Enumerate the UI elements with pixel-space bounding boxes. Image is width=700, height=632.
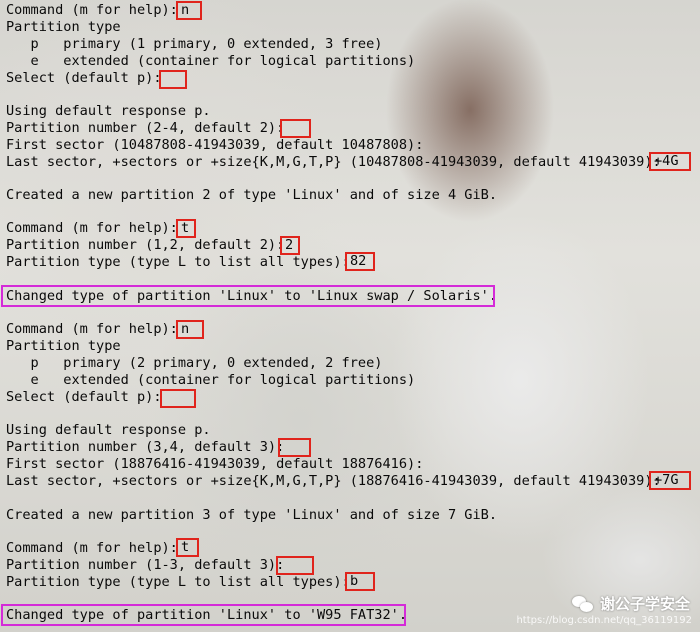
terminal-line: Last sector, +sectors or +size{K,M,G,T,P… (6, 154, 669, 170)
terminal-line: Last sector, +sectors or +size{K,M,G,T,P… (6, 473, 669, 489)
terminal-line: Partition type (type L to list all types… (6, 254, 358, 270)
command-input[interactable]: n (176, 1, 202, 20)
terminal-line: Command (m for help): (6, 2, 187, 18)
input-value: 82 (350, 253, 367, 269)
terminal-line: Partition number (3,4, default 3): (6, 439, 293, 455)
partition-number-input[interactable] (278, 438, 311, 457)
input-value: 2 (285, 237, 294, 253)
terminal-line: First sector (18876416-41943039, default… (6, 456, 424, 472)
input-value: t (181, 539, 190, 555)
terminal-line: Partition type (6, 338, 121, 354)
terminal-line: Created a new partition 3 of type 'Linux… (6, 507, 498, 523)
partition-number-input[interactable] (280, 119, 311, 138)
terminal-line: e extended (container for logical partit… (6, 53, 416, 69)
swap-type-changed-highlight (1, 285, 495, 307)
select-input[interactable] (160, 389, 196, 408)
watermark-name: 谢公子学安全 (599, 595, 690, 613)
input-value: n (181, 2, 190, 18)
terminal-line: p primary (2 primary, 0 extended, 2 free… (6, 355, 383, 371)
input-value: b (350, 573, 359, 589)
partition-number-input[interactable] (276, 556, 314, 575)
last-sector-input[interactable]: +4G (649, 152, 691, 171)
partition-number-input[interactable]: 2 (280, 236, 300, 255)
input-value: +7G (654, 472, 679, 488)
terminal-line: Command (m for help): (6, 540, 187, 556)
partition-type-input[interactable]: 82 (345, 252, 375, 271)
input-value: +4G (654, 153, 679, 169)
terminal-line: Partition type (6, 19, 121, 35)
command-input[interactable]: t (176, 219, 196, 238)
input-value: t (181, 220, 190, 236)
wechat-icon (571, 594, 594, 614)
terminal-line: First sector (10487808-41943039, default… (6, 137, 424, 153)
terminal-line: Select (default p): (6, 389, 170, 405)
terminal-line: Created a new partition 2 of type 'Linux… (6, 187, 498, 203)
terminal-line: Partition number (2-4, default 2): (6, 120, 293, 136)
wechat-watermark: 谢公子学安全 (571, 593, 690, 614)
terminal-line: Command (m for help): (6, 220, 187, 236)
terminal-line: Partition number (1,2, default 2): (6, 237, 293, 253)
last-sector-input[interactable]: +7G (649, 471, 691, 490)
terminal-line: Partition number (1-3, default 3): (6, 557, 293, 573)
terminal-line: p primary (1 primary, 0 extended, 3 free… (6, 36, 383, 52)
terminal-line: Command (m for help): (6, 321, 187, 337)
fat32-type-changed-highlight (1, 604, 406, 626)
terminal-line: Using default response p. (6, 103, 211, 119)
select-input[interactable] (159, 70, 187, 89)
terminal-line: e extended (container for logical partit… (6, 372, 416, 388)
partition-type-input[interactable]: b (345, 572, 375, 591)
terminal-line: Using default response p. (6, 422, 211, 438)
terminal-line: Partition type (type L to list all types… (6, 574, 358, 590)
command-input[interactable]: t (176, 538, 199, 557)
terminal-line: Select (default p): (6, 70, 170, 86)
blog-url-watermark: https://blog.csdn.net/qq_36119192 (516, 615, 692, 626)
terminal-window[interactable]: Command (m for help): Partition type p p… (0, 0, 700, 632)
input-value: n (181, 321, 190, 337)
command-input[interactable]: n (176, 320, 204, 339)
